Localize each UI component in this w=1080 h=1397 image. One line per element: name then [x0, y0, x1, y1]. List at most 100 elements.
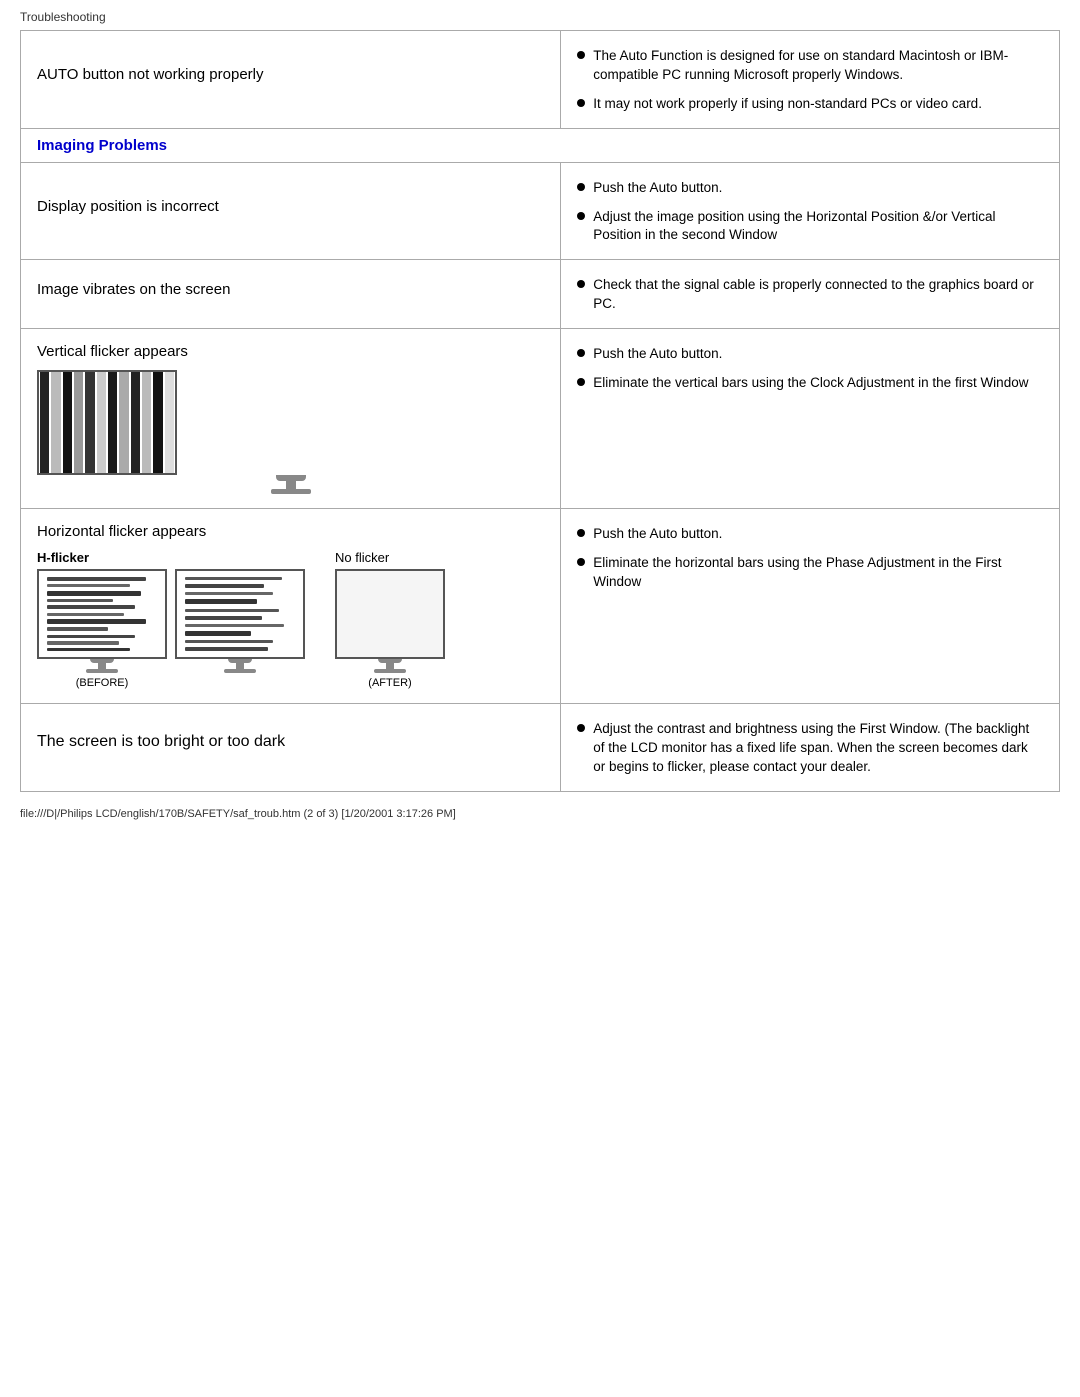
hflicker-screen-1 — [37, 569, 167, 659]
auto-button-solutions: The Auto Function is designed for use on… — [577, 47, 1043, 114]
monitor-foot — [374, 669, 406, 673]
problem-cell-brightness: The screen is too bright or too dark — [21, 704, 561, 792]
problem-cell-hflicker: Horizontal flicker appears H-flicker — [21, 509, 561, 704]
list-item: Adjust the contrast and brightness using… — [577, 720, 1043, 777]
hbars-2 — [177, 571, 303, 657]
bullet-icon — [577, 529, 585, 537]
hflicker-screen-2 — [175, 569, 305, 659]
display-position-solutions: Push the Auto button. Adjust the image p… — [577, 179, 1043, 246]
hbar — [47, 619, 146, 624]
hbar — [47, 648, 130, 651]
hbar — [47, 577, 146, 581]
table-row: AUTO button not working properly The Aut… — [21, 31, 1060, 129]
before-label: (BEFORE) — [76, 677, 129, 689]
hbar — [47, 641, 119, 645]
monitor-foot — [224, 669, 256, 673]
problem-cell-display: Display position is incorrect — [21, 162, 561, 260]
auto-button-problem: AUTO button not working properly — [37, 66, 544, 83]
solution-cell-hflicker: Push the Auto button. Eliminate the hori… — [561, 509, 1060, 704]
table-row: Display position is incorrect Push the A… — [21, 162, 1060, 260]
list-item: Push the Auto button. — [577, 525, 1043, 544]
hflicker-after-group: No flicker (AFTER) — [335, 550, 445, 689]
hflicker-illustration: H-flicker — [37, 550, 544, 689]
hbar — [47, 635, 135, 638]
imaging-problems-header-cell: Imaging Problems — [21, 128, 1060, 162]
list-item: Push the Auto button. — [577, 179, 1043, 198]
main-table: AUTO button not working properly The Aut… — [20, 30, 1060, 792]
hbar — [47, 584, 130, 587]
solution-text: Check that the signal cable is properly … — [593, 276, 1043, 314]
hbar — [185, 640, 273, 643]
monitor-stand — [286, 481, 296, 489]
list-item: Adjust the image position using the Hori… — [577, 208, 1043, 246]
bullet-icon — [577, 349, 585, 357]
bullet-icon — [577, 99, 585, 107]
hflicker-before-group: H-flicker — [37, 550, 305, 689]
solution-text: The Auto Function is designed for use on… — [593, 47, 1043, 85]
hbar — [185, 584, 264, 588]
hflicker-after-col: (AFTER) — [335, 569, 445, 689]
solution-text: Eliminate the horizontal bars using the … — [593, 554, 1043, 592]
bullet-icon — [577, 183, 585, 191]
table-row: The screen is too bright or too dark Adj… — [21, 704, 1060, 792]
vflicker-illustration — [37, 370, 544, 494]
hbar — [47, 591, 141, 596]
brightness-problem: The screen is too bright or too dark — [37, 733, 544, 751]
after-label: (AFTER) — [368, 677, 411, 689]
solution-text: Adjust the contrast and brightness using… — [593, 720, 1043, 777]
bullet-icon — [577, 51, 585, 59]
hbar — [47, 599, 113, 602]
horizontal-flicker-solutions: Push the Auto button. Eliminate the hori… — [577, 525, 1043, 592]
table-row: Vertical flicker appears — [21, 329, 1060, 509]
solution-text: Adjust the image position using the Hori… — [593, 208, 1043, 246]
hbar — [47, 605, 135, 609]
hbar — [185, 624, 284, 627]
list-item: Eliminate the horizontal bars using the … — [577, 554, 1043, 592]
vertical-flicker-problem: Vertical flicker appears — [37, 343, 188, 360]
list-item: It may not work properly if using non-st… — [577, 95, 1043, 114]
hbar — [185, 609, 279, 612]
list-item: Eliminate the vertical bars using the Cl… — [577, 374, 1043, 393]
no-flicker-screen — [335, 569, 445, 659]
no-flicker-label: No flicker — [335, 550, 389, 565]
bullet-icon — [577, 212, 585, 220]
solution-text: Push the Auto button. — [593, 525, 722, 544]
solution-cell-display: Push the Auto button. Adjust the image p… — [561, 162, 1060, 260]
imaging-problems-header-row: Imaging Problems — [21, 128, 1060, 162]
solution-cell-vibrates: Check that the signal cable is properly … — [561, 260, 1060, 329]
hbar — [185, 616, 262, 620]
hbar — [185, 599, 257, 604]
list-item: Push the Auto button. — [577, 345, 1043, 364]
hbar — [185, 647, 268, 651]
image-vibrates-solutions: Check that the signal cable is properly … — [577, 276, 1043, 314]
list-item: Check that the signal cable is properly … — [577, 276, 1043, 314]
problem-cell-vibrates: Image vibrates on the screen — [21, 260, 561, 329]
vflicker-screen — [37, 370, 177, 475]
monitor-foot — [271, 489, 311, 494]
image-vibrates-problem: Image vibrates on the screen — [37, 281, 544, 298]
solution-cell-auto: The Auto Function is designed for use on… — [561, 31, 1060, 129]
vflicker-bars — [39, 372, 175, 473]
hflicker-before-images: (BEFORE) — [37, 569, 305, 689]
solution-text: It may not work properly if using non-st… — [593, 95, 982, 114]
hbar — [185, 631, 251, 636]
solution-cell-brightness: Adjust the contrast and brightness using… — [561, 704, 1060, 792]
hbar — [185, 577, 282, 580]
monitor-foot — [86, 669, 118, 673]
vertical-flicker-solutions: Push the Auto button. Eliminate the vert… — [577, 345, 1043, 393]
solution-text: Push the Auto button. — [593, 179, 722, 198]
problem-cell-vflicker: Vertical flicker appears — [21, 329, 561, 509]
list-item: The Auto Function is designed for use on… — [577, 47, 1043, 85]
hbars-1 — [39, 571, 165, 657]
solution-text: Eliminate the vertical bars using the Cl… — [593, 374, 1028, 393]
bullet-icon — [577, 280, 585, 288]
brightness-solutions: Adjust the contrast and brightness using… — [577, 720, 1043, 777]
bullet-icon — [577, 724, 585, 732]
solution-cell-vflicker: Push the Auto button. Eliminate the vert… — [561, 329, 1060, 509]
solution-text: Push the Auto button. — [593, 345, 722, 364]
imaging-problems-title: Imaging Problems — [37, 137, 167, 154]
hbar — [185, 592, 273, 595]
bullet-icon — [577, 558, 585, 566]
hbar — [47, 627, 108, 631]
hbar — [47, 613, 124, 616]
